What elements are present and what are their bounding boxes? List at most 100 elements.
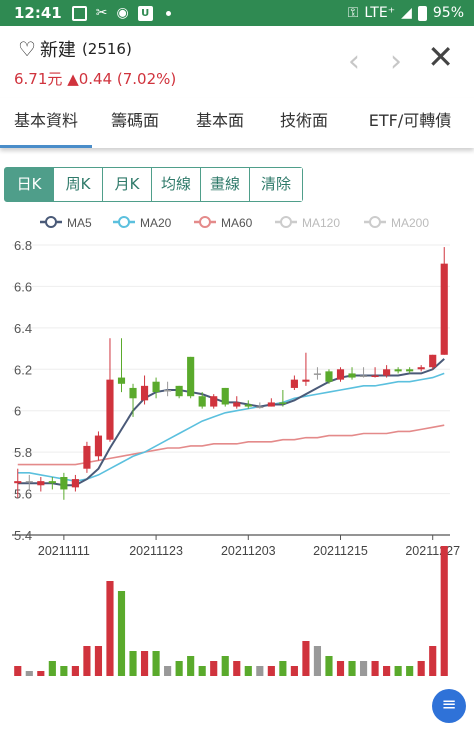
candle-body [48, 481, 56, 484]
candle-body [14, 481, 22, 484]
volume-bar [313, 646, 322, 676]
legend-marker [199, 216, 211, 228]
candle-body [25, 481, 33, 483]
candle-body [267, 402, 275, 407]
candle-body [83, 445, 91, 469]
candle-body [233, 402, 241, 407]
candlestick-chart[interactable]: MA5 MA20 MA60 MA120 MA2005.45.65.866.26.46.6… [0, 205, 474, 733]
candle-body [221, 387, 229, 405]
volume-bar [175, 661, 183, 676]
y-tick-label: 6.8 [14, 238, 32, 253]
x-tick-label: 20211203 [221, 544, 276, 558]
more-notifications-icon [165, 10, 171, 16]
period-day-button[interactable]: 日K [5, 168, 54, 201]
volume-bar [71, 666, 79, 676]
candle-body [256, 406, 264, 409]
stock-change: ▲0.44 (7.02%) [67, 70, 177, 88]
volume-bar [371, 661, 379, 676]
ma60-line [17, 424, 445, 466]
candle-body [371, 375, 379, 377]
candle-body [60, 477, 68, 490]
candle-body [348, 373, 356, 378]
moving-average-button[interactable]: 均線 [152, 168, 201, 201]
volume-bar [37, 671, 45, 676]
period-month-button[interactable]: 月K [103, 168, 152, 201]
stock-name: 新建 [39, 40, 76, 61]
legend-marker [118, 216, 130, 228]
missed-call-icon: ✂ [95, 5, 108, 21]
candle-body [37, 481, 45, 486]
candle-body [94, 435, 103, 457]
network-type: LTE⁺ [364, 5, 396, 21]
legend-label: MA200 [391, 216, 429, 230]
close-icon[interactable]: ✕ [427, 38, 454, 76]
x-tick-label: 20211123 [129, 544, 183, 558]
period-week-button[interactable]: 周K [54, 168, 103, 201]
candle-body [140, 385, 149, 401]
candle-body [313, 373, 322, 375]
candle-body [429, 354, 437, 368]
candle-body [164, 390, 172, 392]
candle-body [198, 396, 206, 407]
tab-etf-convertible[interactable]: ETF/可轉債 [346, 98, 474, 148]
y-tick-label: 6 [14, 404, 21, 419]
y-tick-label: 6.4 [14, 321, 32, 336]
volume-bar [140, 651, 149, 676]
favorite-heart-icon[interactable]: ♡ [18, 37, 36, 61]
volume-bar [210, 661, 218, 676]
candle-body [406, 369, 414, 372]
candle-body [325, 371, 333, 382]
legend-label: MA20 [140, 216, 172, 230]
tab-chips[interactable]: 籌碼面 [92, 98, 178, 148]
tab-technical[interactable]: 技術面 [262, 98, 346, 148]
candle-body [290, 379, 298, 388]
battery-level: 95% [432, 5, 464, 21]
status-time: 12:41 [14, 4, 62, 22]
volume-bar [302, 641, 310, 676]
candle-body [302, 379, 310, 382]
period-toolbar: 日K 周K 月K 均線 畫線 清除 [4, 167, 303, 202]
battery-icon [417, 5, 427, 21]
volume-bar [221, 656, 229, 676]
next-stock-chevron-right-icon[interactable]: › [390, 44, 402, 79]
volume-bar [106, 581, 114, 676]
candle-body [129, 387, 137, 399]
menu-fab-icon[interactable]: ≡ [432, 689, 466, 723]
x-tick-label: 20211111 [38, 544, 90, 558]
app-screen: 12:41 ✂ ◉ U ⚿ LTE⁺ ◢ 95% ♡ 新建 (2516) 6.7… [0, 0, 474, 733]
x-tick-label: 20211215 [313, 544, 368, 558]
volume-bar [187, 656, 195, 676]
tab-basic-info[interactable]: 基本資料 [0, 98, 92, 148]
candle-body [359, 375, 368, 377]
candle-body [244, 404, 252, 407]
candle-body [106, 379, 114, 440]
candle-body [117, 377, 126, 384]
volume-bar [336, 661, 345, 676]
volume-bar [383, 666, 391, 676]
volume-bar [94, 646, 103, 676]
clear-button[interactable]: 清除 [250, 168, 302, 201]
signal-icon: ◢ [401, 5, 412, 21]
tab-fundamentals[interactable]: 基本面 [178, 98, 262, 148]
volume-bar [279, 661, 287, 676]
legend-marker [45, 216, 57, 228]
candle-body [175, 385, 183, 397]
volume-bar [429, 646, 437, 676]
draw-line-button[interactable]: 畫線 [201, 168, 250, 201]
panda-app-icon: ◉ [116, 5, 129, 21]
volume-bar [267, 666, 275, 676]
volume-bar [348, 661, 356, 676]
volume-bar [417, 661, 425, 676]
candle-body [210, 396, 218, 407]
legend-marker [280, 216, 292, 228]
candle-body [383, 369, 391, 376]
volume-bar [14, 666, 22, 676]
volume-bar [359, 661, 368, 676]
volume-bar [48, 661, 56, 676]
volume-bar [164, 666, 172, 676]
volume-bar [233, 661, 241, 676]
prev-stock-chevron-left-icon[interactable]: ‹ [348, 44, 360, 79]
candle-body [336, 369, 345, 380]
y-tick-label: 5.8 [14, 445, 32, 460]
notification-icon [71, 5, 87, 21]
